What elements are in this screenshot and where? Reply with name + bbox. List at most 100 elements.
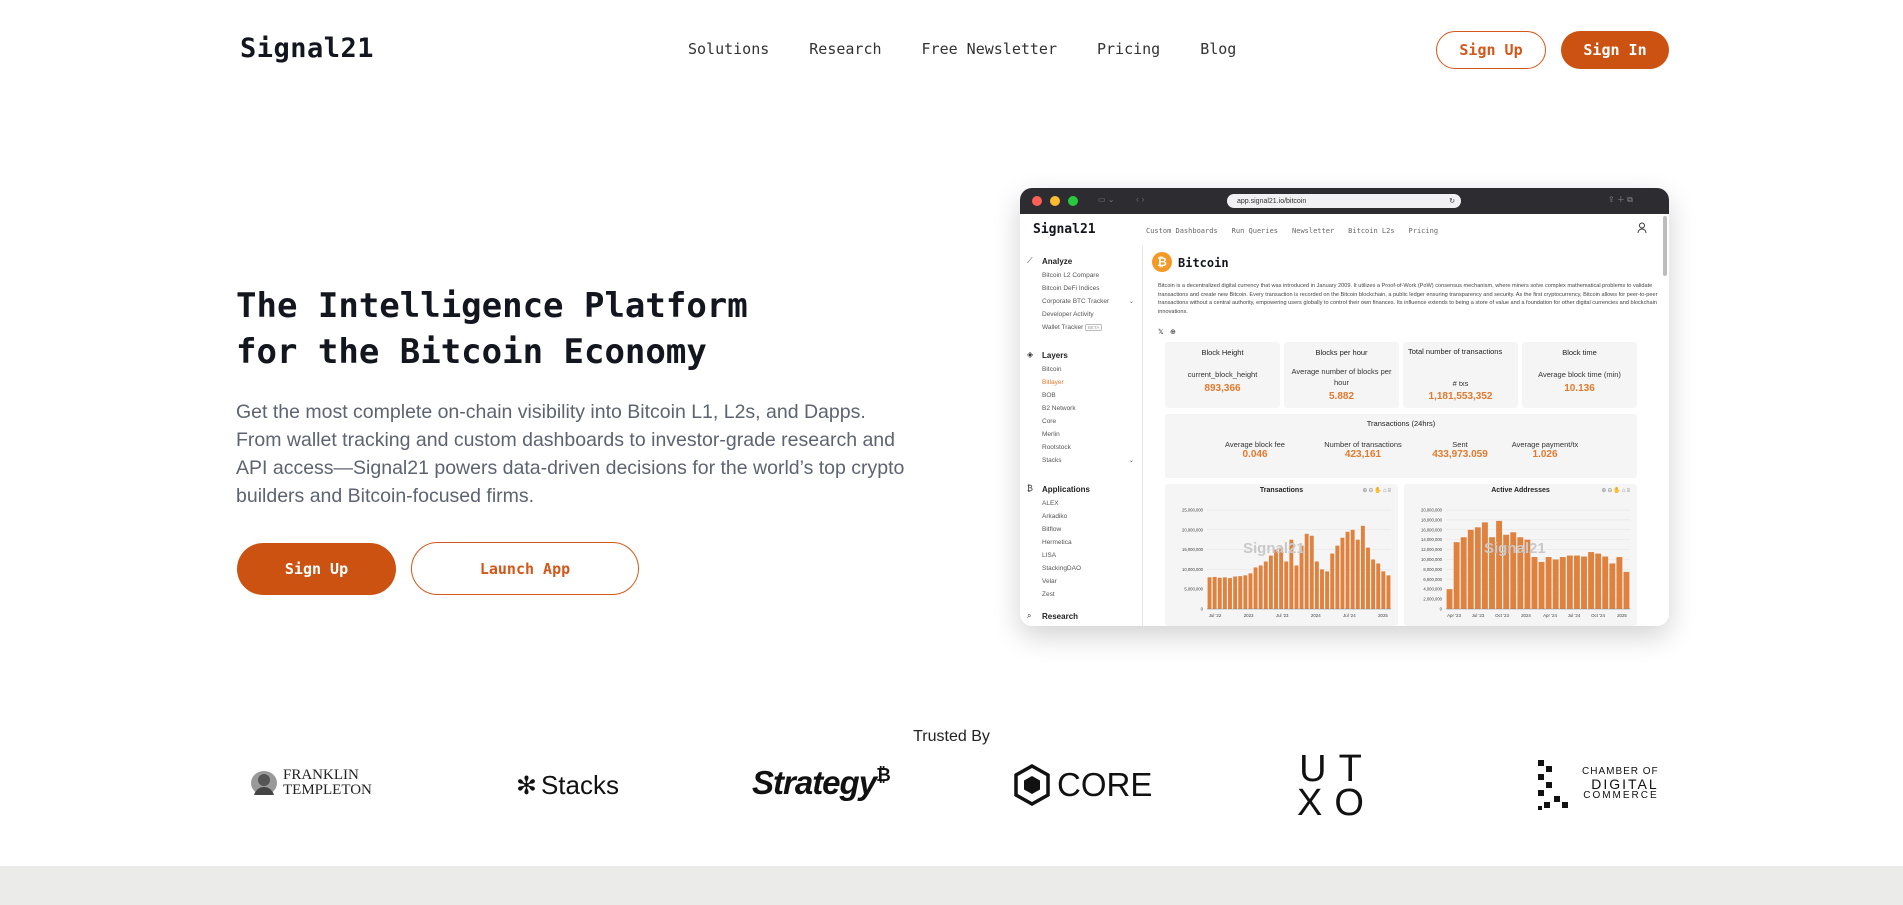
trusted-by-label: Trusted By xyxy=(913,728,990,745)
chart-bar xyxy=(1304,533,1309,609)
y-tick-label: 14,000,000 xyxy=(1421,537,1443,542)
analyze-icon: ⟋ xyxy=(1027,256,1033,265)
hero-sign-up-button[interactable]: Sign Up xyxy=(237,543,396,595)
apps-icon: ₿ xyxy=(1027,484,1033,493)
chart-bar xyxy=(1253,567,1258,609)
x-tick-label: Apr '23 xyxy=(1447,613,1461,618)
tx24-value: 423,161 xyxy=(1344,449,1382,460)
beta-badge: BETA xyxy=(1085,324,1103,331)
mockup-description: Bitcoin is a decentralized digital curre… xyxy=(1158,283,1658,315)
stat-label: # txs xyxy=(1452,379,1469,388)
sidebar-item: Bitcoin L2 Compare xyxy=(1042,272,1100,279)
hero-title-line-2: for the Bitcoin Economy xyxy=(236,332,707,372)
x-tick-label: Apr '24 xyxy=(1543,613,1557,618)
tx24-item: Number of transactions 423,161 xyxy=(1308,440,1418,460)
sidebar-item: B2 Network xyxy=(1042,405,1076,412)
chamber-of-digital-commerce-logo: CHAMBER OF DIGITAL COMMERCE xyxy=(1536,756,1659,812)
chart-bar xyxy=(1314,561,1319,609)
chart-bar xyxy=(1371,559,1376,609)
chart-bar xyxy=(1248,573,1253,609)
nav-link-solutions[interactable]: Solutions xyxy=(688,40,769,58)
sidebar-item: Bitcoin xyxy=(1042,366,1062,373)
stat-card-block-height: Block Height current_block_height 893,36… xyxy=(1165,342,1280,408)
chart-bar xyxy=(1217,577,1222,609)
browser-actions-icon: ⇪ ＋ ⧉ xyxy=(1608,195,1633,204)
nav-links: Solutions Research Free Newsletter Prici… xyxy=(688,40,1236,58)
sidebar-item-active: Bitlayer xyxy=(1042,379,1064,386)
strategy-logo: Strategy ₿ xyxy=(752,764,891,801)
tx24-label: Number of transactions xyxy=(1324,440,1402,449)
layers-icon: ◈ xyxy=(1027,350,1034,359)
y-tick-label: 16,000,000 xyxy=(1421,527,1443,532)
sidebar-item: Bitcoin DeFi Indices xyxy=(1042,285,1100,292)
mockup-navbar: Signal21 Custom Dashboards Run Queries N… xyxy=(1020,214,1669,246)
x-icon: 𝕏 xyxy=(1158,329,1164,336)
stacks-mark-icon: ✻ xyxy=(516,771,537,800)
chart-bar xyxy=(1309,535,1314,609)
research-icon: ⌕ xyxy=(1027,611,1032,620)
user-icon xyxy=(1637,222,1647,234)
y-tick-label: 8,000,000 xyxy=(1423,567,1442,572)
browser-chrome: ▭ ⌄ ‹ › app.signal21.io/bitcoin ↻ ⇪ ＋ ⧉ xyxy=(1020,188,1669,214)
footer-band xyxy=(0,866,1903,905)
mockup-nav-link: Pricing xyxy=(1408,227,1439,235)
chart-bar xyxy=(1360,525,1365,609)
sidebar-item: Stacks xyxy=(1042,457,1062,464)
sidebar-item: Corporate BTC Tracker xyxy=(1042,298,1110,305)
mockup-page-title: Bitcoin xyxy=(1178,256,1229,270)
reload-icon: ↻ xyxy=(1449,198,1455,205)
stat-title: Block time xyxy=(1562,348,1597,357)
y-tick-label: 18,000,000 xyxy=(1421,517,1443,522)
nav-link-research[interactable]: Research xyxy=(809,40,881,58)
nav-link-blog[interactable]: Blog xyxy=(1200,40,1236,58)
chart-bar xyxy=(1284,561,1289,609)
transactions-chart-card: Transactions ⊕⊖✋⌂≡ 25,000,000 20,000,000 1… xyxy=(1165,484,1398,626)
y-tick-label: 12,000,000 xyxy=(1421,547,1443,552)
mockup-nav-link: Bitcoin L2s xyxy=(1348,227,1395,235)
sidebar-item: Rootstock xyxy=(1042,444,1071,451)
bitcoin-logo-icon: ₿ xyxy=(1152,252,1172,272)
x-tick-label: 2024 xyxy=(1521,613,1531,618)
chart-bar xyxy=(1222,577,1227,609)
x-tick-label: 2023 xyxy=(1244,613,1254,618)
chart-bar xyxy=(1263,561,1268,609)
sidebar-heading-layers: Layers xyxy=(1042,351,1068,360)
nav-link-newsletter[interactable]: Free Newsletter xyxy=(922,40,1057,58)
sidebar-item: Velar xyxy=(1042,578,1057,585)
nav-sign-up-button[interactable]: Sign Up xyxy=(1436,31,1546,69)
mockup-sidebar: ⟋ Analyze Bitcoin L2 Compare Bitcoin DeF… xyxy=(1020,246,1143,626)
launch-app-button[interactable]: Launch App xyxy=(411,542,639,595)
url-bar: app.signal21.io/bitcoin ↻ xyxy=(1227,194,1461,208)
core-hexagon-icon xyxy=(1014,764,1050,806)
chart-bar xyxy=(1366,547,1370,609)
stat-value: 5.882 xyxy=(1328,391,1355,402)
chart-bar xyxy=(1243,575,1248,609)
stat-value: 10.136 xyxy=(1564,383,1595,394)
chart-bar xyxy=(1258,565,1263,609)
chart-bar xyxy=(1453,542,1460,609)
chart-bar xyxy=(1335,545,1340,609)
nav-sign-in-button[interactable]: Sign In xyxy=(1561,31,1669,69)
nav-link-pricing[interactable]: Pricing xyxy=(1097,40,1160,58)
x-tick-label: 2025 xyxy=(1378,613,1388,618)
y-tick-label: 20,000,000 xyxy=(1421,508,1443,513)
chart-bar xyxy=(1355,539,1360,609)
hero-subtitle: Get the most complete on-chain visibilit… xyxy=(236,401,905,507)
sidebar-item: Hermetica xyxy=(1042,539,1072,546)
stat-card-total-transactions: Total number of transactions # txs 1,181… xyxy=(1403,342,1518,408)
chart-bar xyxy=(1552,559,1559,609)
core-logo: CORE xyxy=(1013,764,1152,806)
tx24-label: Average payment/tx xyxy=(1511,440,1579,449)
y-tick-label: 2,000,000 xyxy=(1423,597,1442,602)
mockup-nav-link: Newsletter xyxy=(1292,227,1335,235)
chevron-down-icon: ⌄ xyxy=(1129,299,1135,305)
brand-logo[interactable]: Signal21 xyxy=(240,33,374,64)
chart-bar xyxy=(1376,563,1381,609)
mockup-nav-link: Custom Dashboards xyxy=(1146,227,1218,235)
sidebar-item: StackingDAO xyxy=(1042,565,1082,572)
x-tick-label: Jul '24 xyxy=(1343,613,1356,618)
chart-bar xyxy=(1559,557,1566,609)
chart-bar xyxy=(1238,576,1243,609)
app-screenshot-mockup: ▭ ⌄ ‹ › app.signal21.io/bitcoin ↻ ⇪ ＋ ⧉ S… xyxy=(1020,188,1669,626)
chart-bar xyxy=(1228,578,1232,609)
